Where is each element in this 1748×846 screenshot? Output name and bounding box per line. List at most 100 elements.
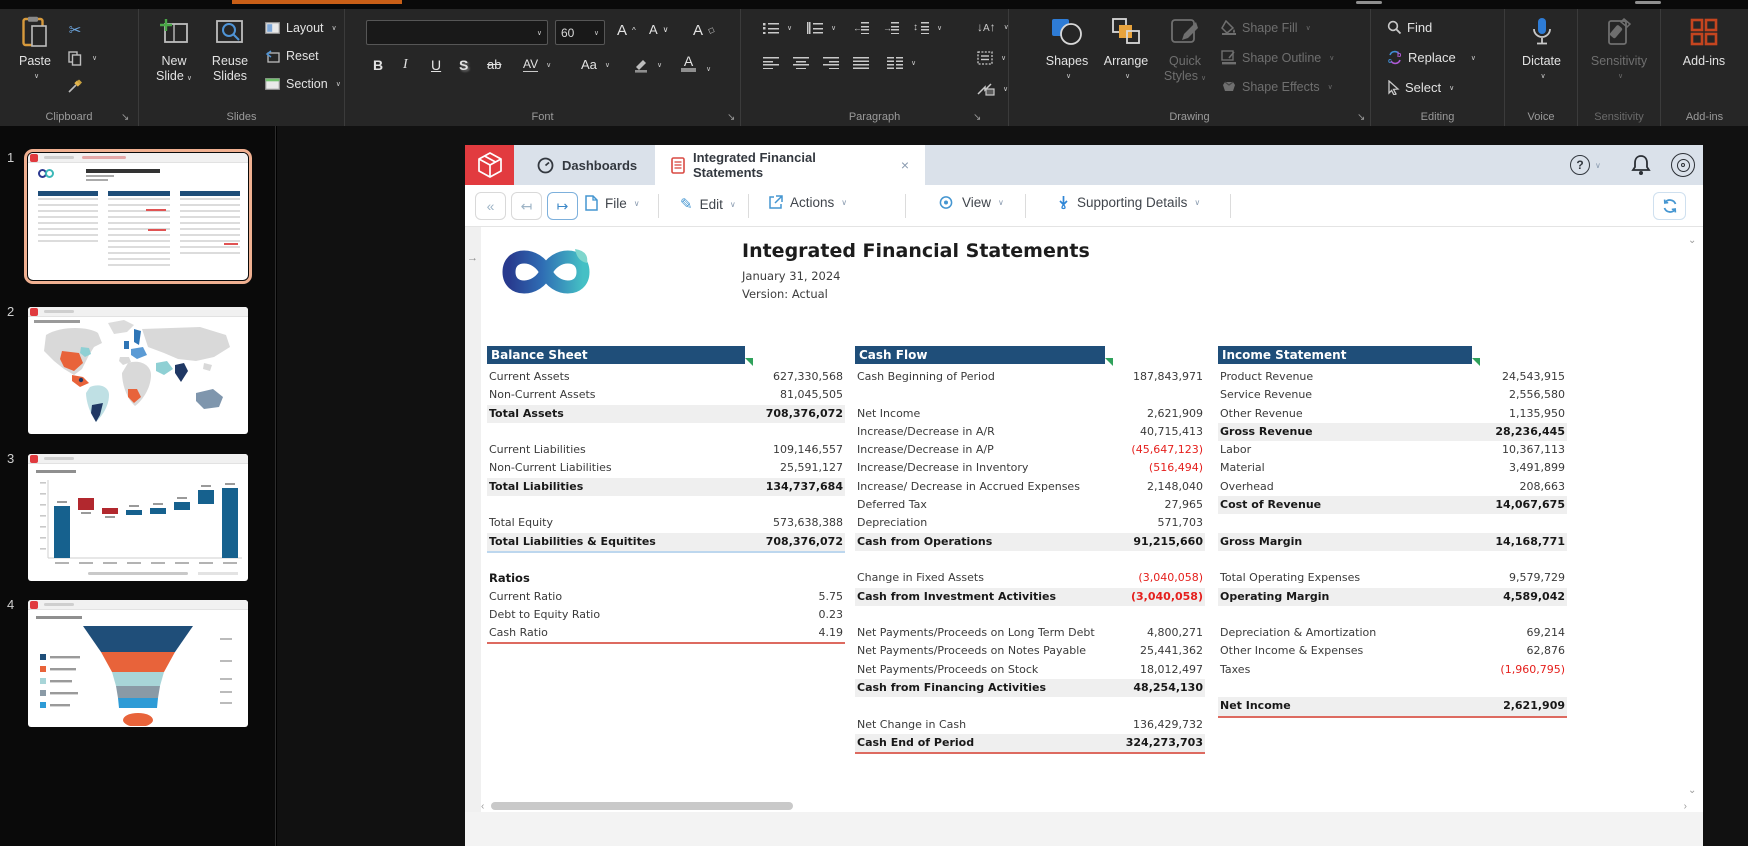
sensitivity-button[interactable]: Sensitivity ∨ bbox=[1584, 14, 1654, 84]
quick-styles-button[interactable]: Quick Styles ∨ bbox=[1157, 14, 1213, 86]
statement-row: Cash Ratio 4.19 bbox=[487, 624, 845, 642]
scroll-left-icon[interactable]: ‹ bbox=[481, 801, 484, 812]
shape-effects-button[interactable]: Shape Effects ∨ bbox=[1221, 79, 1333, 94]
view-menu[interactable]: View ∨ bbox=[937, 195, 1004, 210]
align-left-button[interactable] bbox=[763, 57, 779, 69]
ribbon-group-voice: Dictate ∨ Voice bbox=[1505, 9, 1578, 126]
shape-outline-button[interactable]: Shape Outline ∨ bbox=[1221, 50, 1334, 65]
columns-button[interactable]: ∨ bbox=[887, 57, 916, 69]
select-button[interactable]: Select ∨ bbox=[1387, 80, 1454, 95]
dictate-button[interactable]: Dictate ∨ bbox=[1514, 14, 1569, 84]
new-slide-button[interactable]: New Slide ∨ bbox=[147, 14, 201, 86]
scrollbar-thumb[interactable] bbox=[491, 802, 793, 810]
font-size-combo[interactable]: 60 ∨ bbox=[555, 20, 605, 45]
change-case-button[interactable]: Aa ∨ bbox=[581, 57, 610, 72]
paste-button[interactable]: Paste ∨ bbox=[10, 14, 60, 84]
row-label: Product Revenue bbox=[1220, 370, 1314, 383]
cut-button[interactable]: ✂ bbox=[66, 21, 84, 39]
text-shadow-button[interactable]: S bbox=[459, 57, 468, 73]
increase-indent-button[interactable] bbox=[883, 22, 899, 34]
copy-button[interactable]: ∨ bbox=[66, 49, 97, 67]
align-right-button[interactable] bbox=[823, 57, 839, 69]
replace-button[interactable]: bc Replace ∨ bbox=[1387, 50, 1476, 65]
statement-blank-row bbox=[487, 551, 845, 569]
slide-thumbnail-2[interactable] bbox=[28, 307, 248, 434]
slide-thumbnail-4[interactable] bbox=[28, 600, 248, 727]
drawing-dialog-launcher-icon[interactable]: ↘ bbox=[1357, 112, 1365, 123]
paragraph-dialog-launcher-icon[interactable]: ↘ bbox=[973, 112, 981, 123]
line-spacing-button[interactable]: ∨ bbox=[913, 22, 942, 34]
statement-row: Overhead 208,663 bbox=[1218, 478, 1567, 496]
text-direction-button[interactable]: ↓A↑ ∨ bbox=[977, 20, 1009, 34]
slide-thumbnail-1[interactable] bbox=[24, 149, 252, 284]
scroll-right-icon[interactable]: › bbox=[1684, 801, 1687, 812]
arrange-button[interactable]: Arrange ∨ bbox=[1097, 14, 1155, 84]
font-color-button[interactable]: A bbox=[681, 54, 696, 72]
refresh-button[interactable] bbox=[1653, 192, 1686, 220]
supporting-details-menu[interactable]: Supporting Details ∨ bbox=[1057, 195, 1200, 210]
paste-icon bbox=[22, 14, 48, 50]
strikethrough-button[interactable]: ab bbox=[487, 57, 501, 72]
font-dialog-launcher-icon[interactable]: ↘ bbox=[727, 112, 735, 123]
italic-button[interactable]: I bbox=[403, 57, 408, 73]
addins-label: Add-ins bbox=[1682, 54, 1726, 68]
shapes-button[interactable]: Shapes ∨ bbox=[1039, 14, 1095, 84]
character-spacing-button[interactable]: AV ∨ bbox=[523, 57, 551, 72]
reset-button[interactable]: Reset bbox=[263, 47, 319, 65]
cube-icon bbox=[477, 152, 502, 178]
addins-button[interactable]: Add-ins bbox=[1675, 14, 1733, 69]
shape-fill-button[interactable]: Shape Fill ∨ bbox=[1221, 20, 1311, 35]
underline-button[interactable]: U bbox=[431, 57, 441, 73]
slide-thumbnail-3[interactable] bbox=[28, 454, 248, 581]
find-button[interactable]: Find bbox=[1387, 20, 1432, 35]
scroll-up-icon[interactable]: ⌄ bbox=[1688, 235, 1696, 246]
decrease-indent-button[interactable] bbox=[853, 22, 869, 34]
decrease-font-size-button[interactable]: A ∨ bbox=[649, 22, 669, 37]
align-center-button[interactable] bbox=[793, 57, 809, 69]
line-spacing-icon bbox=[913, 22, 929, 34]
titlebar-strip bbox=[0, 0, 1748, 9]
bullets-button[interactable]: ∨ bbox=[763, 22, 792, 34]
horizontal-scrollbar[interactable]: ‹ › bbox=[481, 800, 1687, 812]
tab-integrated-financial-statements[interactable]: Integrated Financial Statements × bbox=[655, 145, 925, 185]
section-button[interactable]: Section ∨ bbox=[263, 75, 341, 93]
clear-formatting-button[interactable]: A ◇ bbox=[693, 22, 717, 39]
close-tab-icon[interactable]: × bbox=[901, 157, 909, 173]
expand-panel-arrow-icon[interactable]: → bbox=[467, 252, 478, 264]
collapse-panel-button[interactable]: « bbox=[475, 192, 506, 220]
scroll-down-icon[interactable]: ⌄ bbox=[1688, 785, 1696, 796]
row-value: 324,273,703 bbox=[1125, 735, 1203, 749]
statement-row: Net Payments/Proceeds on Notes Payable 25… bbox=[855, 642, 1205, 660]
edit-menu[interactable]: ✎ Edit ∨ bbox=[680, 195, 736, 213]
download-arrow-icon bbox=[1057, 195, 1070, 210]
history-forward-button[interactable]: ↦ bbox=[547, 192, 578, 220]
tab-dashboards[interactable]: Dashboards bbox=[537, 145, 637, 185]
highlight-color-button[interactable]: ∨ bbox=[633, 57, 662, 73]
convert-to-smartart-button[interactable]: ∨ bbox=[977, 82, 1008, 96]
bold-button[interactable]: B bbox=[373, 57, 383, 73]
clipboard-dialog-launcher-icon[interactable]: ↘ bbox=[121, 112, 129, 123]
font-name-combo[interactable]: ∨ bbox=[366, 20, 548, 45]
row-label: Net Change in Cash bbox=[857, 717, 967, 731]
row-value: 25,441,362 bbox=[1140, 644, 1203, 658]
align-text-button[interactable]: ∨ bbox=[977, 51, 1006, 65]
file-menu[interactable]: File ∨ bbox=[585, 195, 640, 211]
notifications-bell-icon[interactable] bbox=[1631, 154, 1651, 176]
chevron-down-icon[interactable]: ∨ bbox=[1595, 161, 1601, 170]
layout-button[interactable]: Layout ∨ bbox=[263, 19, 337, 37]
history-back-button[interactable]: ↤ bbox=[511, 192, 542, 220]
user-avatar[interactable] bbox=[1671, 153, 1695, 177]
numbering-button[interactable]: ∨ bbox=[807, 22, 836, 34]
vena-logo[interactable] bbox=[465, 145, 514, 185]
format-painter-button[interactable] bbox=[66, 77, 84, 95]
help-icon[interactable]: ? bbox=[1570, 155, 1590, 175]
chevron-down-icon: ∨ bbox=[331, 25, 337, 32]
justify-button[interactable] bbox=[853, 57, 869, 69]
increase-font-size-button[interactable]: A ^ bbox=[617, 22, 636, 39]
row-label: Debt to Equity Ratio bbox=[489, 607, 601, 621]
actions-menu[interactable]: Actions ∨ bbox=[768, 195, 847, 210]
ribbon-group-sensitivity: Sensitivity ∨ Sensitivity bbox=[1578, 9, 1661, 126]
row-value: (1,960,795) bbox=[1500, 662, 1565, 676]
statement-row: Other Revenue 1,135,950 bbox=[1218, 405, 1567, 423]
reuse-slides-button[interactable]: Reuse Slides bbox=[203, 14, 257, 84]
